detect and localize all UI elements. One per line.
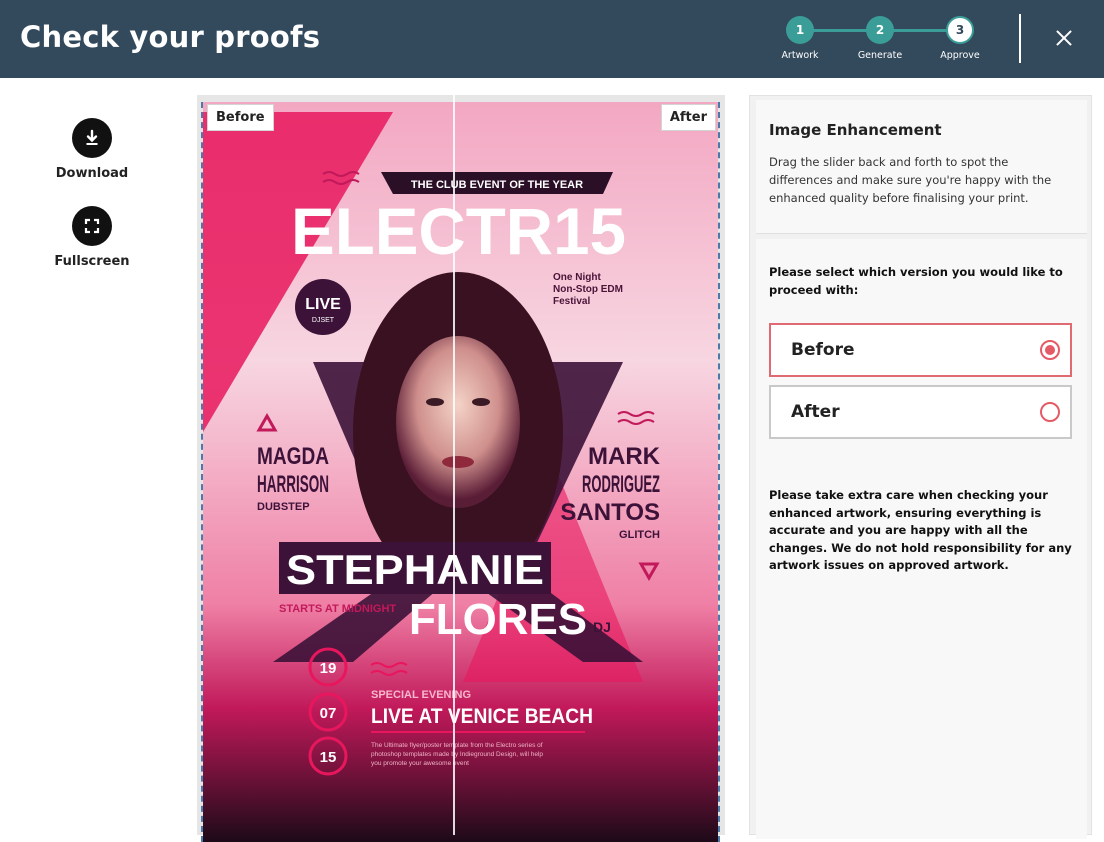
header-divider	[1019, 14, 1021, 63]
progress-stepper: 1 2 3 Artwork Generate Approve	[780, 14, 990, 66]
option-before-radio[interactable]	[1040, 340, 1060, 360]
right-artist-genre: GLITCH	[619, 529, 660, 541]
step-3-label: Approve	[940, 50, 980, 61]
top-bar: Check your proofs 1 2 3 Artwork Generate…	[0, 0, 1104, 78]
download-icon	[72, 118, 112, 158]
close-button[interactable]	[1050, 25, 1078, 53]
step-3-circle[interactable]: 3	[946, 16, 974, 44]
panel-description: Drag the slider back and forth to spot t…	[769, 155, 1052, 205]
poster-subtitle-1: One Night	[553, 272, 601, 283]
date-month: 07	[320, 705, 337, 722]
comparison-slider-handle[interactable]	[453, 95, 455, 835]
fullscreen-icon	[72, 206, 112, 246]
option-after-radio[interactable]	[1040, 402, 1060, 422]
option-before[interactable]: Before	[769, 323, 1072, 377]
option-after[interactable]: After	[769, 385, 1072, 439]
step-1-label: Artwork	[781, 50, 819, 61]
right-artist-line-3: SANTOS	[560, 499, 660, 526]
event-kicker: SPECIAL EVENING	[371, 689, 471, 701]
download-button[interactable]: Download	[50, 118, 134, 181]
headliner-last: FLORES	[409, 595, 587, 644]
fullscreen-button[interactable]: Fullscreen	[50, 206, 134, 269]
fine-print-1: The Ultimate flyer/poster template from …	[371, 742, 543, 749]
select-prompt: Please select which version you would li…	[769, 265, 1063, 297]
option-before-label: Before	[791, 340, 855, 360]
enhancement-panel: Image Enhancement Drag the slider back a…	[749, 95, 1092, 839]
date-year: 15	[320, 749, 337, 766]
version-select-card: Please select which version you would li…	[756, 239, 1087, 839]
date-day: 19	[320, 660, 337, 677]
left-artist-line-2: HARRISON	[257, 471, 329, 498]
headliner-first: STEPHANIE	[286, 546, 544, 593]
poster-title: ELECTR15	[291, 194, 626, 268]
left-artist-genre: DUBSTEP	[257, 501, 310, 513]
panel-title: Image Enhancement	[769, 121, 942, 139]
fullscreen-label: Fullscreen	[54, 254, 130, 269]
poster-subtitle-3: Festival	[553, 296, 590, 307]
right-artist-line-2: RODRIGUEZ	[582, 471, 660, 498]
poster-artwork: THE CLUB EVENT OF THE YEAR ELECTR15 One …	[201, 102, 720, 842]
step-2-label: Generate	[857, 50, 903, 61]
start-note: STARTS AT MIDNIGHT	[279, 603, 396, 615]
after-tag: After	[660, 104, 716, 131]
poster-kicker: THE CLUB EVENT OF THE YEAR	[411, 179, 583, 191]
poster-subtitle-2: Non-Stop EDM	[553, 284, 623, 295]
event-title: LIVE AT VENICE BEACH	[371, 705, 593, 728]
page-title: Check your proofs	[20, 20, 321, 54]
left-artist-line-1: MAGDA	[257, 443, 329, 470]
download-label: Download	[55, 166, 129, 181]
option-after-label: After	[791, 402, 840, 422]
step-2-circle[interactable]: 2	[866, 16, 894, 44]
live-badge-sub: DJSET	[312, 317, 335, 324]
before-tag: Before	[207, 104, 274, 131]
step-1-circle[interactable]: 1	[786, 16, 814, 44]
live-badge-main: LIVE	[305, 296, 341, 313]
approval-warning: Please take extra care when checking you…	[769, 488, 1072, 572]
enhancement-info-card: Image Enhancement Drag the slider back a…	[756, 100, 1087, 234]
right-artist-line-1: MARK	[588, 443, 661, 470]
portrait-face	[396, 336, 520, 508]
radio-selected-dot	[1045, 345, 1055, 355]
fine-print-2: photoshop templates made by Indieground …	[371, 751, 543, 758]
proof-preview: THE CLUB EVENT OF THE YEAR ELECTR15 One …	[197, 95, 725, 842]
dj-suffix: DJ	[593, 619, 611, 635]
